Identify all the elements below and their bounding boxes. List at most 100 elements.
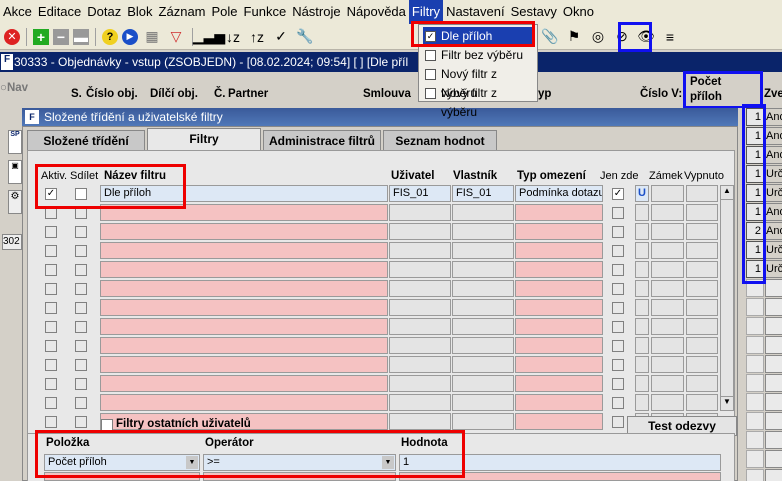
jen-zde-checkbox[interactable] xyxy=(612,378,624,390)
tab-filtry[interactable]: Filtry xyxy=(147,128,261,150)
vypnuto-cell-a[interactable] xyxy=(651,223,684,240)
filter-menu-item-novy-2[interactable]: Nový filtr z výběru xyxy=(423,84,535,119)
pocet-priloh-cell[interactable] xyxy=(746,450,764,468)
zve-cell[interactable]: Ano xyxy=(765,108,782,126)
vypnuto-cell-a[interactable] xyxy=(651,261,684,278)
zve-cell[interactable]: Ano xyxy=(765,203,782,221)
vypnuto-cell-a[interactable] xyxy=(651,204,684,221)
pocet-priloh-cell[interactable] xyxy=(746,469,764,481)
zve-cell[interactable] xyxy=(765,412,782,430)
jen-zde-checkbox[interactable] xyxy=(612,397,624,409)
jen-zde-checkbox[interactable] xyxy=(612,416,624,428)
scroll-up-arrow[interactable]: ▲ xyxy=(721,186,733,200)
vlastnik-cell[interactable] xyxy=(452,337,514,354)
sdilet-checkbox[interactable] xyxy=(75,340,87,352)
sdilet-checkbox[interactable] xyxy=(75,321,87,333)
aktiv-checkbox[interactable] xyxy=(45,397,57,409)
vlastnik-cell[interactable] xyxy=(452,318,514,335)
menu-icon[interactable]: ≡ xyxy=(660,27,680,47)
remove-icon[interactable]: − xyxy=(53,28,69,45)
filter-menu-item-novy-1[interactable]: Nový filtr z výběru xyxy=(423,65,535,100)
sdilet-checkbox[interactable] xyxy=(75,416,87,428)
typ-omezeni-cell[interactable] xyxy=(515,261,603,278)
menu-okno[interactable]: Okno xyxy=(560,0,597,24)
vlastnik-cell[interactable] xyxy=(452,413,514,430)
vlastnik-cell[interactable] xyxy=(452,242,514,259)
tab-seznam-hodnot[interactable]: Seznam hodnot xyxy=(383,130,497,150)
vypnuto-cell-b[interactable] xyxy=(686,318,718,335)
typ-omezeni-cell[interactable] xyxy=(515,299,603,316)
vypnuto-cell-a[interactable] xyxy=(651,318,684,335)
wrench-icon[interactable]: 🔧 xyxy=(295,27,315,47)
nazev-filtru-cell[interactable] xyxy=(100,261,388,278)
nazev-filtru-cell[interactable] xyxy=(100,299,388,316)
menu-dotaz[interactable]: Dotaz xyxy=(84,0,124,24)
zamek-cell[interactable] xyxy=(635,375,649,392)
zve-cell[interactable] xyxy=(765,374,782,392)
execute-icon[interactable]: ▶ xyxy=(122,28,138,45)
vypnuto-cell-b[interactable] xyxy=(686,356,718,373)
typ-omezeni-cell[interactable] xyxy=(515,204,603,221)
vypnuto-cell-a[interactable] xyxy=(651,394,684,411)
jen-zde-checkbox[interactable] xyxy=(612,245,624,257)
uzivatel-cell[interactable]: FIS_01 xyxy=(389,185,451,202)
zamek-cell[interactable] xyxy=(635,299,649,316)
vypnuto-cell-b[interactable] xyxy=(686,261,718,278)
zamek-cell[interactable] xyxy=(635,223,649,240)
vypnuto-cell-b[interactable] xyxy=(686,204,718,221)
zve-cell[interactable] xyxy=(765,431,782,449)
zve-cell[interactable] xyxy=(765,298,782,316)
aktiv-checkbox[interactable] xyxy=(45,245,57,257)
aktiv-checkbox[interactable] xyxy=(45,302,57,314)
vypnuto-cell-b[interactable] xyxy=(686,375,718,392)
menu-akce[interactable]: Akce xyxy=(0,0,35,24)
nazev-filtru-cell[interactable] xyxy=(100,318,388,335)
uzivatel-cell[interactable] xyxy=(389,337,451,354)
vlastnik-cell[interactable] xyxy=(452,375,514,392)
sdilet-checkbox[interactable] xyxy=(75,283,87,295)
nazev-filtru-cell[interactable] xyxy=(100,242,388,259)
zamek-cell[interactable] xyxy=(635,280,649,297)
pocet-priloh-cell[interactable] xyxy=(746,298,764,316)
zve-cell[interactable]: Urč xyxy=(765,260,782,278)
pocet-priloh-cell[interactable] xyxy=(746,336,764,354)
typ-omezeni-cell[interactable] xyxy=(515,223,603,240)
aktiv-checkbox[interactable] xyxy=(45,226,57,238)
nazev-filtru-cell[interactable] xyxy=(100,375,388,392)
sdilet-checkbox[interactable] xyxy=(75,264,87,276)
aktiv-checkbox[interactable] xyxy=(45,340,57,352)
vlastnik-cell[interactable] xyxy=(452,356,514,373)
calendar-icon[interactable]: ▦ xyxy=(142,27,162,47)
zve-cell[interactable] xyxy=(765,279,782,297)
uzivatel-cell[interactable] xyxy=(389,413,451,430)
vlastnik-cell[interactable] xyxy=(452,261,514,278)
menu-editace[interactable]: Editace xyxy=(35,0,84,24)
uzivatel-cell[interactable] xyxy=(389,223,451,240)
zve-cell[interactable]: Ano xyxy=(765,222,782,240)
sdilet-checkbox[interactable] xyxy=(75,302,87,314)
jen-zde-checkbox[interactable] xyxy=(612,302,624,314)
vypnuto-cell-a[interactable] xyxy=(651,299,684,316)
vypnuto-cell-a[interactable] xyxy=(651,375,684,392)
zve-cell[interactable] xyxy=(765,336,782,354)
vlastnik-cell[interactable] xyxy=(452,394,514,411)
jen-zde-checkbox[interactable] xyxy=(612,264,624,276)
zve-cell[interactable]: Ano xyxy=(765,146,782,164)
typ-omezeni-cell[interactable] xyxy=(515,375,603,392)
typ-omezeni-cell[interactable] xyxy=(515,413,603,430)
zamek-cell[interactable] xyxy=(635,337,649,354)
sort-asc-icon[interactable]: ↓z xyxy=(223,27,243,47)
sort-desc-icon[interactable]: ↑z xyxy=(247,27,267,47)
typ-omezeni-cell[interactable] xyxy=(515,280,603,297)
nazev-filtru-cell[interactable] xyxy=(100,337,388,354)
vypnuto-cell-a[interactable] xyxy=(651,356,684,373)
uzivatel-cell[interactable] xyxy=(389,280,451,297)
menu-napoveda[interactable]: Nápověda xyxy=(344,0,409,24)
vypnuto-cell-b[interactable] xyxy=(686,242,718,259)
typ-omezeni-cell[interactable] xyxy=(515,356,603,373)
sdilet-checkbox[interactable] xyxy=(75,226,87,238)
vypnuto-cell-a[interactable] xyxy=(651,337,684,354)
bar-chart-icon[interactable]: ▁▃▅ xyxy=(193,27,225,47)
jen-zde-checkbox[interactable] xyxy=(612,226,624,238)
uzivatel-cell[interactable] xyxy=(389,356,451,373)
